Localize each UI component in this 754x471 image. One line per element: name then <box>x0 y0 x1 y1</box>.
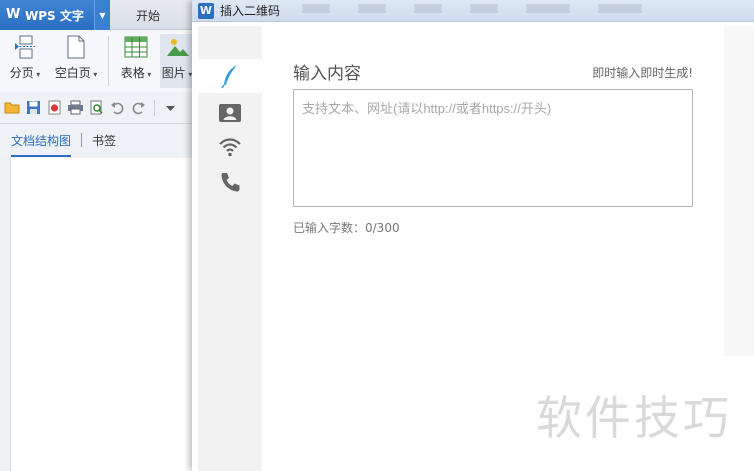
save-icon[interactable] <box>25 99 42 116</box>
tab-document-structure[interactable]: 文档结构图 <box>11 124 72 157</box>
table-button[interactable]: 表格 <box>116 34 156 88</box>
chevron-down-icon[interactable]: ▼ <box>94 0 110 30</box>
sidebar-item-text[interactable] <box>198 59 262 93</box>
export-pdf-icon[interactable] <box>46 99 63 116</box>
input-content-heading: 输入内容 <box>293 64 361 84</box>
qrcode-preview-strip <box>724 26 754 356</box>
qrcode-content-textarea[interactable] <box>293 89 693 207</box>
page-break-button[interactable]: 分页 <box>6 34 44 88</box>
ribbon-divider <box>108 36 109 86</box>
nav-pane-tabs: 文档结构图 书签 <box>0 124 192 157</box>
document-structure-pane <box>10 158 192 471</box>
background-ribbon-tabs <box>302 4 642 13</box>
char-count-label: 已输入字数：0/300 <box>293 221 400 235</box>
open-folder-icon[interactable] <box>4 99 21 116</box>
redo-icon[interactable] <box>130 99 147 116</box>
phone-icon <box>221 173 240 192</box>
undo-icon[interactable] <box>109 99 126 116</box>
picture-icon <box>167 39 189 56</box>
watermark-text: 软件技巧 <box>536 391 732 445</box>
blank-page-icon <box>67 35 85 59</box>
realtime-generate-hint: 即时输入即时生成! <box>592 66 693 80</box>
blank-page-label: 空白页 <box>55 64 98 81</box>
dialog-titlebar[interactable]: W 插入二维码 <box>192 0 754 22</box>
page-break-label: 分页 <box>10 64 41 81</box>
contact-card-icon <box>219 104 241 122</box>
quick-access-toolbar <box>0 92 192 124</box>
wps-app-name: WPS 文字 <box>25 8 84 23</box>
qrcode-content-panel: 输入内容 即时输入即时生成! 已输入字数：0/300 <box>262 26 724 356</box>
table-icon <box>124 36 148 58</box>
blank-page-button[interactable]: 空白页 <box>50 34 102 88</box>
page-break-icon <box>15 35 35 59</box>
tab-bookmark[interactable]: 书签 <box>92 132 116 149</box>
table-label: 表格 <box>121 64 152 81</box>
customize-toolbar-icon[interactable] <box>162 99 179 116</box>
feather-pen-icon <box>221 65 237 89</box>
wps-logo-icon: W <box>198 2 214 19</box>
wps-logo-icon: W <box>6 7 21 22</box>
wifi-icon <box>219 138 241 157</box>
sidebar-item-phone[interactable] <box>198 165 262 199</box>
picture-label: 图片 <box>162 64 193 81</box>
sidebar-item-wifi[interactable] <box>198 130 262 164</box>
print-preview-icon[interactable] <box>88 99 105 116</box>
toolbar-divider <box>154 99 155 116</box>
dialog-title: 插入二维码 <box>220 4 281 18</box>
tab-divider <box>81 133 83 147</box>
print-icon[interactable] <box>67 99 84 116</box>
picture-button[interactable]: 图片 <box>160 34 194 88</box>
ribbon: 分页 空白页 表格 图片 <box>0 30 194 92</box>
wps-menu-button[interactable]: W WPS 文字 ▼ <box>0 0 110 30</box>
tab-start[interactable]: 开始 <box>110 0 186 30</box>
qrcode-type-nav <box>198 26 262 471</box>
sidebar-item-contact-card[interactable] <box>198 96 262 130</box>
